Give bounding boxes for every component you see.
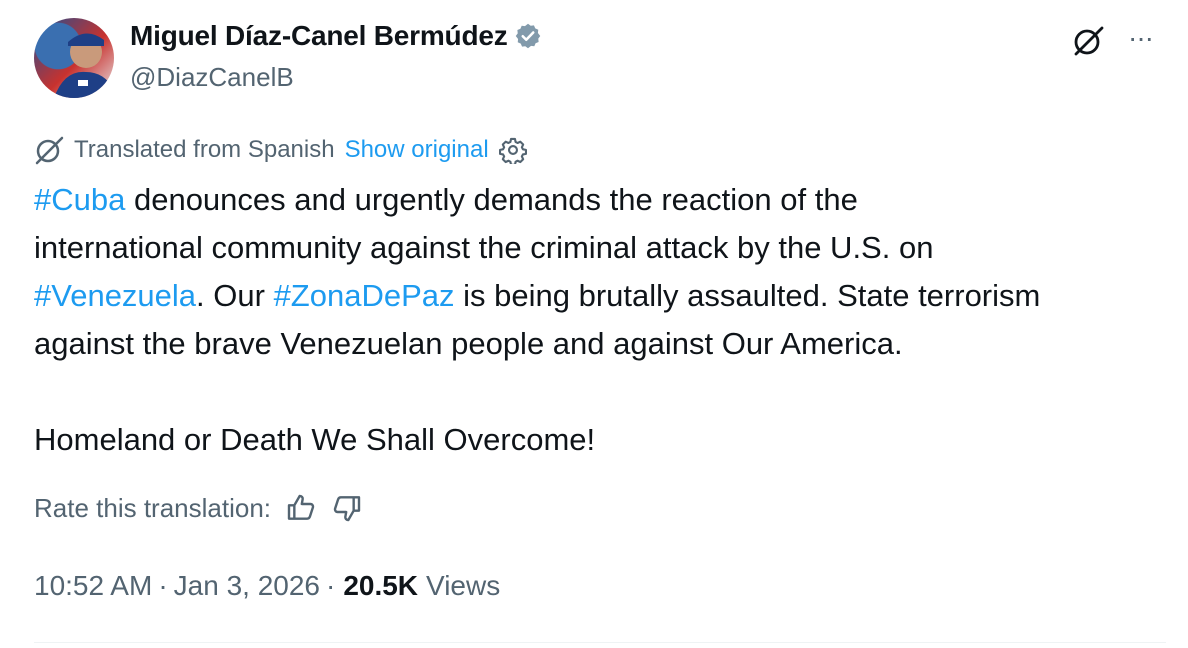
divider	[34, 642, 1166, 643]
tweet-text-span: . Our	[196, 278, 274, 313]
author-row: Miguel Díaz-Canel Bermúdez	[130, 20, 542, 52]
tweet-text-span: denounces and urgently demands the react…	[125, 182, 858, 217]
grok-icon[interactable]	[1072, 24, 1106, 58]
tweet-text: #Cuba denounces and urgently demands the…	[34, 176, 1174, 464]
tweet-line-3: #Venezuela. Our #ZonaDePaz is being brut…	[34, 272, 1174, 320]
separator: ·	[325, 570, 336, 601]
gear-icon[interactable]	[498, 136, 527, 164]
show-original-link[interactable]: Show original	[345, 136, 489, 164]
tweet-text-span: international community against the crim…	[34, 230, 934, 265]
translated-label: Translated from Spanish	[74, 136, 335, 163]
thumbs-up-icon[interactable]	[285, 492, 317, 524]
tweet-time[interactable]: 10:52 AM	[34, 570, 152, 602]
views-count: 20.5K	[343, 570, 419, 601]
separator: ·	[158, 570, 168, 601]
views-label: Views	[426, 570, 501, 601]
author-handle[interactable]: @DiazCanelB	[130, 62, 294, 93]
tweet-line-1: #Cuba denounces and urgently demands the…	[34, 176, 1174, 224]
translation-bar: Translated from Spanish Show original	[34, 134, 527, 166]
hashtag-venezuela[interactable]: #Venezuela	[34, 278, 196, 313]
tweet-date[interactable]: Jan 3, 2026	[174, 570, 320, 602]
more-icon[interactable]: ···	[1128, 24, 1154, 52]
rate-label: Rate this translation:	[34, 492, 272, 523]
tweet-text-span: against the brave Venezuelan people and …	[34, 326, 903, 361]
rate-translation: Rate this translation:	[34, 492, 363, 524]
author-name[interactable]: Miguel Díaz-Canel Bermúdez	[130, 20, 508, 52]
verified-badge-icon	[515, 23, 540, 49]
tweet-line-4: against the brave Venezuelan people and …	[34, 320, 1174, 368]
thumbs-down-icon[interactable]	[331, 492, 363, 524]
tweet-line-2: international community against the crim…	[34, 224, 1174, 272]
avatar-image	[54, 33, 114, 98]
avatar[interactable]	[34, 18, 114, 98]
tweet-meta: 10:52 AM · Jan 3, 2026 · 20.5K Views	[34, 570, 500, 602]
hashtag-cuba[interactable]: #Cuba	[34, 182, 125, 217]
tweet-line-5: Homeland or Death We Shall Overcome!	[34, 416, 1174, 464]
tweet-text-span: Homeland or Death We Shall Overcome!	[34, 422, 596, 457]
translate-icon	[35, 136, 64, 165]
hashtag-zonadepaz[interactable]: #ZonaDePaz	[274, 278, 455, 313]
tweet-text-span: is being brutally assaulted. State terro…	[454, 278, 1041, 313]
